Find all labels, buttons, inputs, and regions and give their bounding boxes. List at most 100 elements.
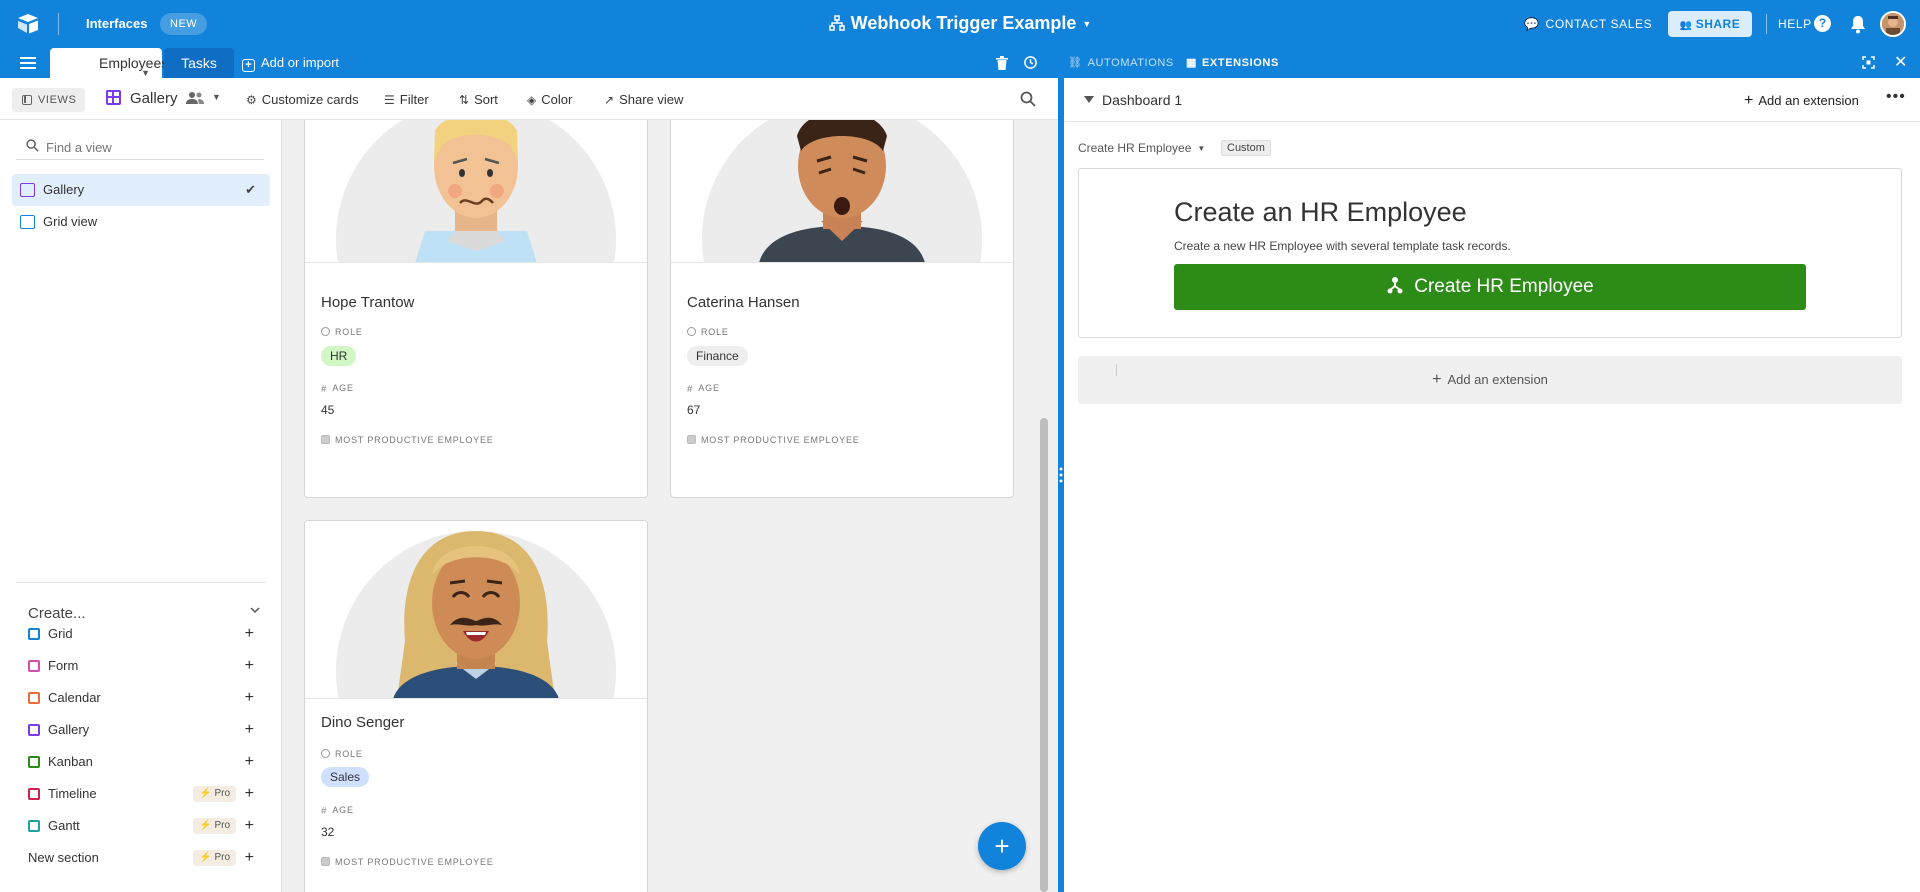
tab-extensions[interactable]: ▦ EXTENSIONS	[1186, 56, 1279, 69]
base-title[interactable]: Webhook Trigger Example ▼	[828, 13, 1092, 33]
plus-icon: +	[1432, 371, 1442, 388]
create-new-section[interactable]: New section ⚡ Pro +	[28, 846, 254, 870]
share-button[interactable]: 👥 SHARE	[1668, 11, 1752, 37]
add-extension-placeholder[interactable]: + Add an extension	[1078, 356, 1902, 404]
extension-description: Create a new HR Employee with several te…	[1174, 239, 1511, 253]
view-name: Gallery	[130, 90, 178, 107]
extension-heading: Create an HR Employee	[1174, 197, 1467, 227]
create-grid-view[interactable]: Grid +	[28, 622, 254, 646]
avatar-image	[1882, 13, 1904, 35]
tab-tasks[interactable]: Tasks	[164, 48, 234, 78]
sort-icon: ⇅	[459, 93, 470, 107]
share-view-button[interactable]: ↗ Share view	[604, 92, 683, 107]
create-form-view[interactable]: Form +	[28, 654, 254, 678]
external-link-icon: ↗	[604, 93, 615, 107]
sidebar-view-gallery[interactable]: Gallery ✔	[12, 174, 270, 206]
role-badge: Sales	[321, 767, 370, 787]
color-button[interactable]: ◈ Color	[527, 92, 572, 107]
top-bar: Interfaces NEW Webhook Trigger Example ▼ …	[0, 0, 1920, 48]
extension-name-menu[interactable]: Create HR Employee ▼	[1078, 141, 1205, 155]
kanban-icon	[28, 756, 40, 768]
plus-icon[interactable]: +	[245, 750, 254, 774]
bell-icon[interactable]	[1849, 14, 1867, 34]
history-icon[interactable]	[1023, 55, 1038, 70]
pro-badge: ⚡ Pro	[192, 818, 236, 834]
plus-icon[interactable]: +	[245, 782, 254, 806]
avatar-illustration	[415, 120, 537, 262]
views-toggle-button[interactable]: VIEWS	[12, 88, 85, 112]
collaborative-view-icon	[186, 92, 204, 104]
checkmark-icon: ✔	[245, 182, 256, 197]
filter-button[interactable]: ☰ Filter	[384, 92, 429, 107]
chevron-down-icon: ▼	[212, 92, 221, 102]
card-cover-image	[305, 521, 647, 699]
plus-icon[interactable]: +	[245, 686, 254, 710]
create-hr-employee-button[interactable]: Create HR Employee	[1174, 264, 1806, 310]
field-label-role: ROLE	[687, 327, 729, 337]
sidebar-icon	[22, 95, 32, 105]
plus-icon[interactable]: +	[245, 718, 254, 742]
find-view-input[interactable]: Find a view	[16, 136, 264, 160]
divider	[1116, 364, 1117, 376]
interfaces-link[interactable]: Interfaces	[86, 16, 147, 31]
create-timeline-view[interactable]: Timeline ⚡ Pro +	[28, 782, 254, 806]
add-extension-button[interactable]: + Add an extension	[1744, 92, 1859, 110]
divider	[58, 13, 59, 35]
gear-icon: ⚙	[246, 93, 257, 107]
view-switcher[interactable]: Gallery ▼	[106, 90, 226, 108]
form-icon	[28, 660, 40, 672]
find-view-placeholder: Find a view	[46, 140, 112, 155]
lightning-icon: ⚡	[198, 852, 212, 863]
number-icon: #	[687, 384, 694, 395]
card-cover-image	[305, 120, 647, 263]
gallery-card[interactable]: Dino Senger ROLE Sales # AGE 32 MOST PROD…	[304, 520, 648, 892]
collapse-triangle-icon[interactable]	[1084, 96, 1094, 103]
customize-cards-button[interactable]: ⚙ Customize cards	[246, 92, 359, 107]
field-label-most-productive: MOST PRODUCTIVE EMPLOYEE	[687, 435, 860, 445]
add-record-button[interactable]: +	[978, 822, 1026, 870]
close-icon[interactable]: ✕	[1894, 52, 1907, 72]
filter-icon: ☰	[384, 93, 395, 107]
checkbox-icon	[321, 435, 330, 444]
contact-sales-button[interactable]: 💬 CONTACT SALES	[1524, 17, 1652, 31]
more-options-icon[interactable]: •••	[1886, 88, 1906, 106]
scrollbar[interactable]	[1040, 418, 1048, 892]
age-value: 45	[321, 403, 335, 417]
create-calendar-view[interactable]: Calendar +	[28, 686, 254, 710]
help-link[interactable]: HELP	[1778, 17, 1812, 31]
plus-icon[interactable]: +	[245, 654, 254, 678]
airtable-logo-icon[interactable]	[16, 12, 40, 36]
chevron-down-icon: ▼	[1082, 19, 1092, 29]
create-view-section[interactable]: Create...	[16, 582, 266, 622]
extension-block: Create an HR Employee Create a new HR Em…	[1078, 168, 1902, 338]
sidebar-view-grid[interactable]: Grid view	[12, 206, 270, 238]
search-icon[interactable]	[1020, 91, 1036, 107]
create-kanban-view[interactable]: Kanban +	[28, 750, 254, 774]
hamburger-menu-icon[interactable]	[20, 56, 36, 70]
add-or-import-button[interactable]: + Add or import	[242, 55, 339, 72]
field-label-role: ROLE	[321, 749, 363, 759]
fullscreen-icon[interactable]	[1862, 56, 1875, 69]
help-icon[interactable]: ?	[1814, 15, 1831, 32]
plus-icon[interactable]: +	[245, 814, 254, 838]
gallery-card[interactable]: Caterina Hansen ROLE Finance # AGE 67 MOS…	[670, 120, 1014, 498]
user-avatar[interactable]	[1880, 11, 1906, 37]
tab-automations[interactable]: ⛓ AUTOMATIONS	[1068, 56, 1174, 69]
role-badge: HR	[321, 346, 357, 366]
number-icon: #	[321, 806, 328, 817]
plus-icon[interactable]: +	[245, 622, 254, 646]
single-select-icon	[321, 327, 330, 336]
number-icon: #	[321, 384, 328, 395]
sort-button[interactable]: ⇅ Sort	[459, 92, 498, 107]
plus-icon[interactable]: +	[245, 846, 254, 870]
dashboard-title[interactable]: Dashboard 1	[1102, 92, 1182, 108]
trash-icon[interactable]	[996, 56, 1008, 70]
field-label-role: ROLE	[321, 327, 363, 337]
role-badge: Finance	[687, 346, 748, 366]
create-gallery-view[interactable]: Gallery +	[28, 718, 254, 742]
gallery-card[interactable]: Hope Trantow ROLE HR # AGE 45 MOST PRODUC…	[304, 120, 648, 498]
tab-employees[interactable]: Employees ▼	[50, 48, 168, 78]
create-gantt-view[interactable]: Gantt ⚡ Pro +	[28, 814, 254, 838]
field-label-most-productive: MOST PRODUCTIVE EMPLOYEE	[321, 435, 494, 445]
checkbox-icon	[687, 435, 696, 444]
